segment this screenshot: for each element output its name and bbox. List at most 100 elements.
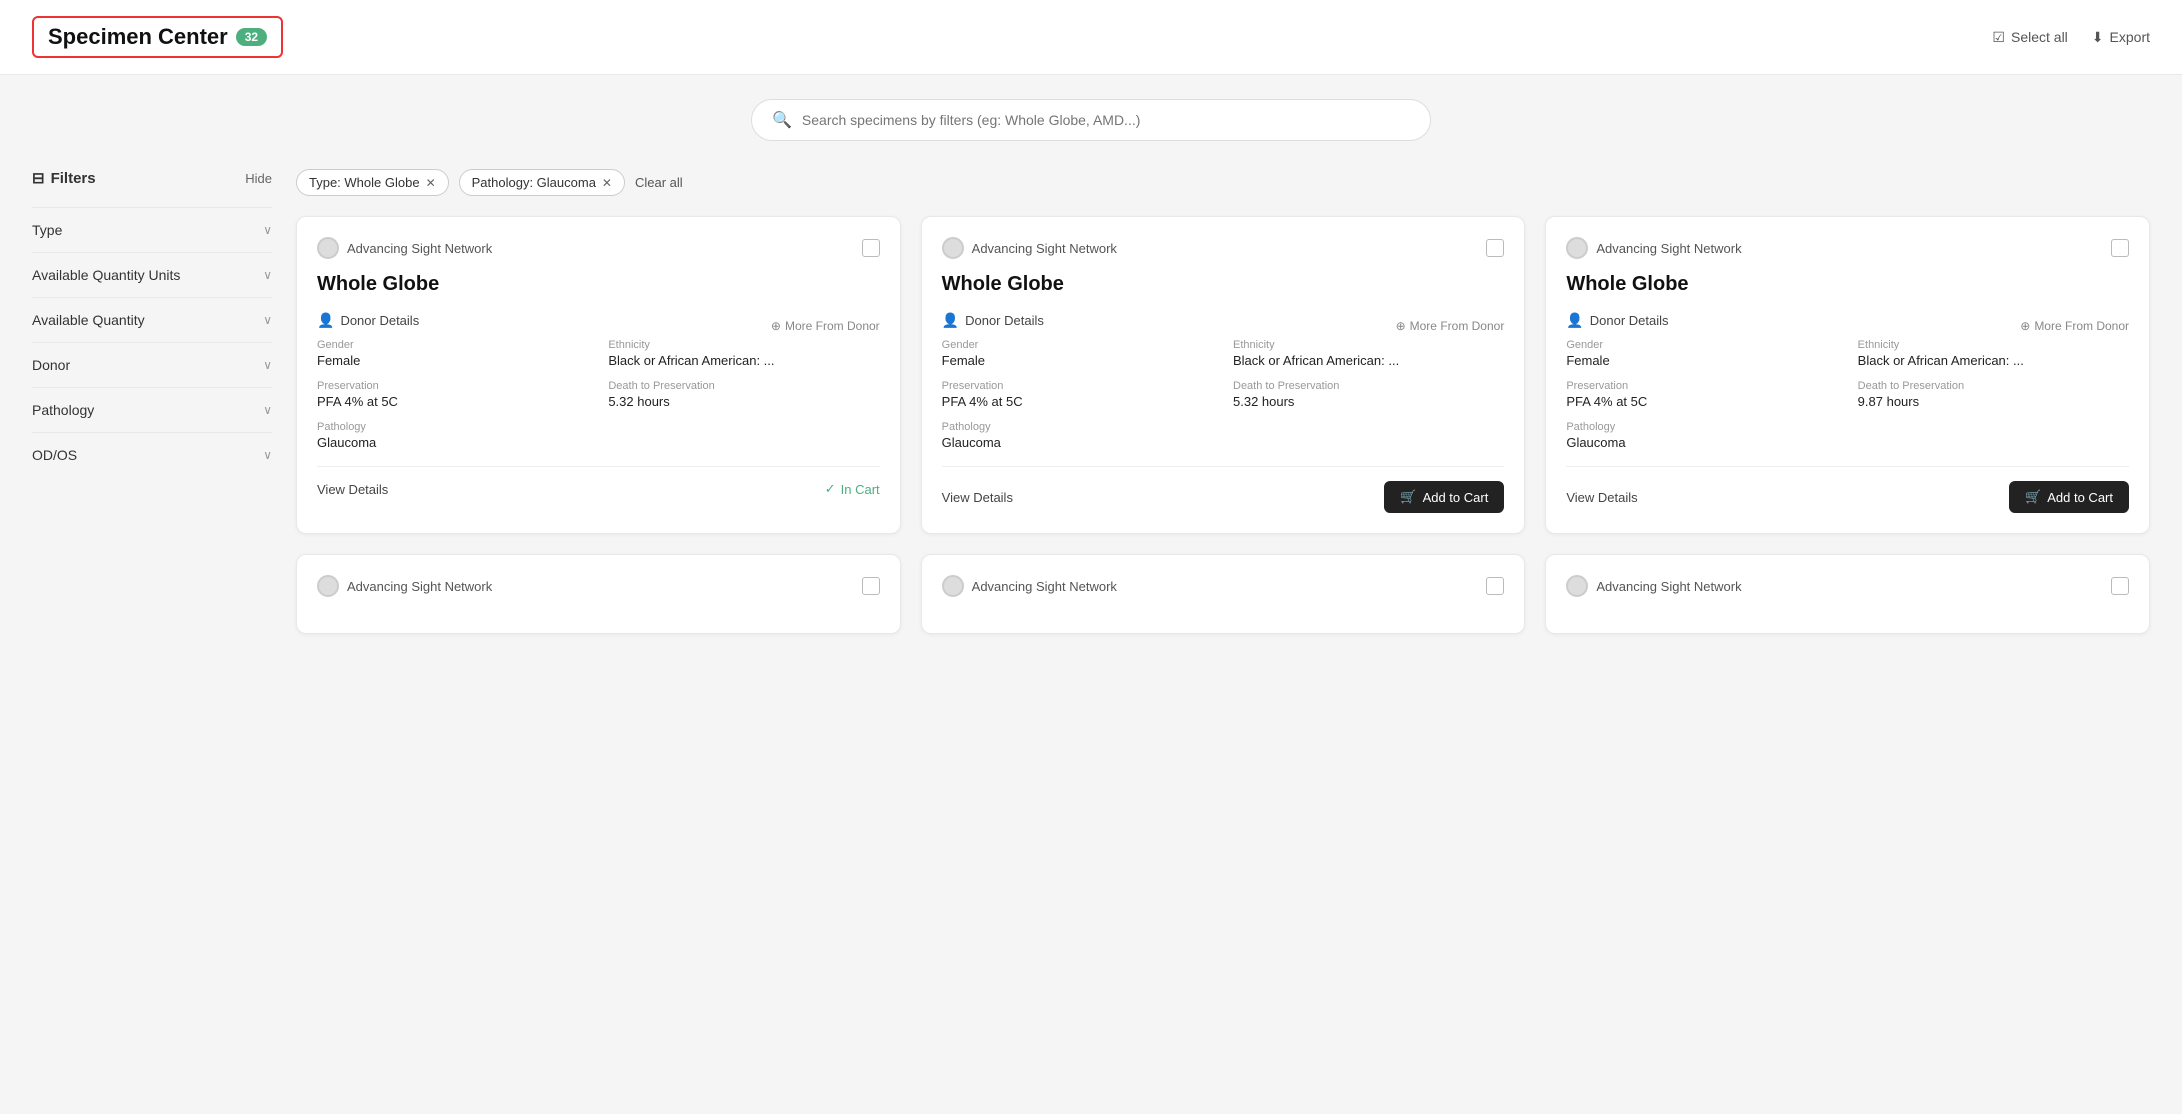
card-1-type: Whole Globe (317, 273, 880, 296)
card-2-more-from-donor-label: More From Donor (1410, 319, 1505, 333)
card-1-preservation-death: Preservation PFA 4% at 5C Death to Prese… (317, 380, 880, 409)
card-2-gender-ethnicity: Gender Female Ethnicity Black or African… (942, 339, 1505, 368)
card-2-preservation-label: Preservation (942, 380, 1213, 392)
card-2-more-from-donor[interactable]: ⊕ More From Donor (1396, 319, 1505, 333)
card-1-more-from-donor[interactable]: ⊕ More From Donor (771, 319, 880, 333)
filter-pathology-header[interactable]: Pathology ∨ (32, 402, 272, 418)
card-2-pathology-value: Glaucoma (942, 435, 1505, 450)
card-3-checkbox[interactable] (2111, 239, 2129, 257)
chevron-down-icon-6: ∨ (263, 448, 272, 462)
card-1-checkbox[interactable] (862, 239, 880, 257)
filter-odos-header[interactable]: OD/OS ∨ (32, 447, 272, 463)
card-2-network-name: Advancing Sight Network (972, 241, 1117, 256)
card-1-preservation-value: PFA 4% at 5C (317, 394, 588, 409)
card-2-death-label: Death to Preservation (1233, 380, 1504, 392)
network-icon-2 (942, 237, 964, 259)
card-1-header: Advancing Sight Network (317, 237, 880, 259)
specimen-card-3: Advancing Sight Network Whole Globe 👤 Do… (1545, 216, 2150, 534)
card-1-preservation-field: Preservation PFA 4% at 5C (317, 380, 588, 409)
clear-all-button[interactable]: Clear all (635, 175, 683, 190)
header: Specimen Center 32 ☑ Select all ⬇ Export (0, 0, 2182, 75)
main-layout: ⊟ Filters Hide Type ∨ Available Quantity… (0, 153, 2182, 1114)
card-1-ethnicity-value: Black or African American: ... (608, 353, 879, 368)
card-1-network-name: Advancing Sight Network (347, 241, 492, 256)
filter-type-label: Type (32, 222, 62, 238)
filter-available-quantity-units-label: Available Quantity Units (32, 267, 180, 283)
card-1-more-from-donor-label: More From Donor (785, 319, 880, 333)
export-button[interactable]: ⬇ Export (2092, 29, 2150, 46)
filter-type-header[interactable]: Type ∨ (32, 222, 272, 238)
card-3-add-to-cart-label: Add to Cart (2047, 490, 2113, 505)
donor-icon-1: 👤 (317, 312, 334, 329)
filter-available-quantity-header[interactable]: Available Quantity ∨ (32, 312, 272, 328)
filter-section-pathology: Pathology ∨ (32, 387, 272, 432)
header-left: Specimen Center 32 (32, 16, 283, 58)
card-2-pathology-row: Pathology Glaucoma (942, 421, 1505, 450)
filter-available-quantity-label: Available Quantity (32, 312, 145, 328)
card-2-actions: View Details 🛒 Add to Cart (942, 466, 1505, 513)
donor-icon-2: 👤 (942, 312, 959, 329)
card-5-checkbox[interactable] (1486, 577, 1504, 595)
card-2-preservation-value: PFA 4% at 5C (942, 394, 1213, 409)
card-1-actions: View Details ✓ In Cart (317, 466, 880, 497)
card-1-donor-details-row: 👤 Donor Details ⊕ More From Donor (317, 312, 880, 339)
chevron-down-icon-2: ∨ (263, 268, 272, 282)
chevron-down-icon-5: ∨ (263, 403, 272, 417)
card-1-donor-section: 👤 Donor Details (317, 312, 419, 329)
card-3-pathology-label: Pathology (1566, 421, 2129, 433)
card-1-gender-value: Female (317, 353, 588, 368)
cards-area: Type: Whole Globe ✕ Pathology: Glaucoma … (296, 169, 2150, 1098)
card-2-donor-section: 👤 Donor Details (942, 312, 1044, 329)
filter-tag-pathology-close[interactable]: ✕ (602, 176, 612, 190)
donor-icon-3: 👤 (1566, 312, 1583, 329)
card-4-network-name: Advancing Sight Network (347, 579, 492, 594)
card-3-header: Advancing Sight Network (1566, 237, 2129, 259)
card-1-death-label: Death to Preservation (608, 380, 879, 392)
card-2-view-details-button[interactable]: View Details (942, 490, 1013, 505)
card-2-checkbox[interactable] (1486, 239, 1504, 257)
card-2-add-to-cart-button[interactable]: 🛒 Add to Cart (1384, 481, 1504, 513)
card-1-pathology-label: Pathology (317, 421, 880, 433)
card-6-checkbox[interactable] (2111, 577, 2129, 595)
card-1-in-cart-label: In Cart (841, 482, 880, 497)
card-3-preservation-value: PFA 4% at 5C (1566, 394, 1837, 409)
select-all-checkbox-icon: ☑ (1992, 29, 2005, 46)
more-from-donor-icon-3: ⊕ (2020, 319, 2030, 333)
card-3-pathology-value: Glaucoma (1566, 435, 2129, 450)
card-3-death-value: 9.87 hours (1858, 394, 2129, 409)
card-1-in-cart-button[interactable]: ✓ In Cart (825, 481, 880, 497)
card-3-gender-label: Gender (1566, 339, 1837, 351)
filter-available-quantity-units-header[interactable]: Available Quantity Units ∨ (32, 267, 272, 283)
card-1-pathology-row: Pathology Glaucoma (317, 421, 880, 450)
select-all-button[interactable]: ☑ Select all (1992, 29, 2067, 46)
filter-section-odos: OD/OS ∨ (32, 432, 272, 477)
network-icon-1 (317, 237, 339, 259)
card-3-add-to-cart-button[interactable]: 🛒 Add to Cart (2009, 481, 2129, 513)
export-label: Export (2110, 29, 2150, 45)
hide-filters-button[interactable]: Hide (245, 171, 272, 186)
filter-tag-type-close[interactable]: ✕ (426, 176, 436, 190)
card-1-view-details-button[interactable]: View Details (317, 482, 388, 497)
search-icon: 🔍 (772, 110, 792, 130)
search-box: 🔍 (751, 99, 1431, 141)
card-3-view-details-button[interactable]: View Details (1566, 490, 1637, 505)
sidebar: ⊟ Filters Hide Type ∨ Available Quantity… (32, 169, 272, 1098)
filters-header: ⊟ Filters Hide (32, 169, 272, 187)
filter-tag-pathology: Pathology: Glaucoma ✕ (459, 169, 625, 196)
card-3-gender-value: Female (1566, 353, 1837, 368)
network-icon-3 (1566, 237, 1588, 259)
more-from-donor-icon-1: ⊕ (771, 319, 781, 333)
specimen-card-6: Advancing Sight Network (1545, 554, 2150, 634)
card-2-ethnicity-value: Black or African American: ... (1233, 353, 1504, 368)
header-actions: ☑ Select all ⬇ Export (1992, 29, 2150, 46)
search-input[interactable] (802, 112, 1410, 128)
card-1-gender-label: Gender (317, 339, 588, 351)
card-6-network-name: Advancing Sight Network (1596, 579, 1741, 594)
card-2-preservation-death: Preservation PFA 4% at 5C Death to Prese… (942, 380, 1505, 409)
select-all-label: Select all (2011, 29, 2068, 45)
card-4-checkbox[interactable] (862, 577, 880, 595)
filter-section-available-quantity-units: Available Quantity Units ∨ (32, 252, 272, 297)
filter-donor-header[interactable]: Donor ∨ (32, 357, 272, 373)
card-3-more-from-donor[interactable]: ⊕ More From Donor (2020, 319, 2129, 333)
card-5-network: Advancing Sight Network (942, 575, 1117, 597)
